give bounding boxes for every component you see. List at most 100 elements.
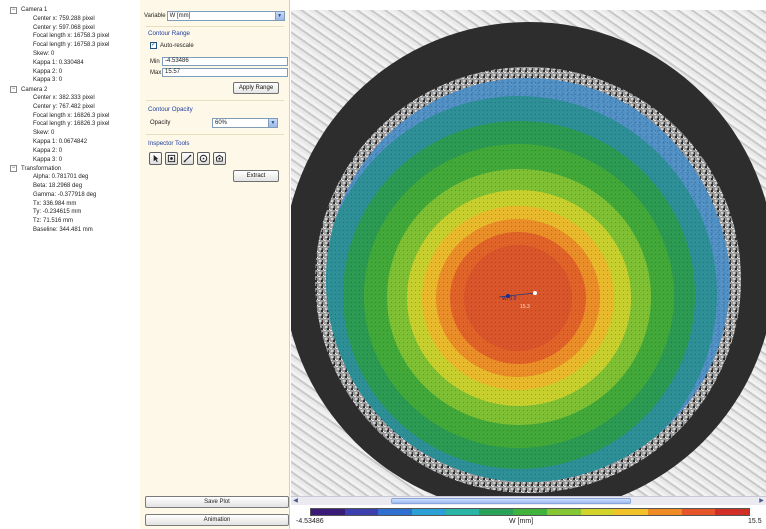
tree-leaf: Ty: -0.234615 mm: [33, 209, 82, 216]
variable-label: Variable: [144, 13, 166, 19]
calibration-tree: − Camera 1 Center x: 759.288 pixel Cente…: [0, 6, 138, 526]
min-row: Min -4.53486: [150, 57, 288, 66]
tree-leaf: Alpha: 0.781701 deg: [33, 174, 89, 181]
autorescale-checkbox[interactable]: ✓: [150, 42, 157, 49]
colorbar-segment: [311, 509, 345, 515]
colorbar-segment: [445, 509, 480, 515]
variable-row: Variable W [mm] ▼: [144, 11, 285, 21]
collapse-icon[interactable]: −: [10, 86, 17, 94]
autorescale-row: ✓ Auto-rescale: [150, 42, 194, 49]
tree-leaf: Gamma: -0.377918 deg: [33, 191, 97, 198]
scrollbar-thumb[interactable]: [391, 498, 631, 504]
colorbar-min-label: -4.53486: [296, 518, 324, 525]
tree-group-camera-1: − Camera 1 Center x: 759.288 pixel Cente…: [0, 6, 138, 85]
scroll-left-icon[interactable]: ◀: [291, 497, 300, 505]
colorbar-max-label: 15.5: [748, 518, 762, 525]
image-viewport[interactable]: W: 0.0 15.3: [291, 10, 766, 496]
max-label: Max: [150, 69, 162, 76]
circle-inspector-button[interactable]: [197, 152, 210, 165]
tree-leaf: Skew: 0: [33, 130, 55, 137]
point-inspector-button[interactable]: [165, 152, 178, 165]
tree-leaf: Kappa 1: 0.330484: [33, 59, 84, 66]
tree-leaf: Focal length y: 16826.3 pixel: [33, 121, 110, 128]
pointer-icon: [153, 154, 159, 163]
tree-group-camera-2: − Camera 2 Center x: 382.333 pixel Cente…: [0, 85, 138, 164]
tree-leaf: Kappa 1: 0.0674842: [33, 138, 88, 145]
divider: [146, 26, 284, 27]
opacity-select[interactable]: 60% ▼: [212, 118, 278, 128]
marker-label: 15.3: [520, 304, 530, 310]
tree-leaf: Skew: 0: [33, 50, 55, 57]
pointer-tool-button[interactable]: [149, 152, 162, 165]
colorbar-segment: [513, 509, 547, 515]
variable-select[interactable]: W [mm] ▼: [166, 11, 285, 21]
inspector-tools-title: Inspector Tools: [148, 140, 190, 147]
collapse-icon[interactable]: −: [10, 165, 17, 173]
colorbar-segment: [546, 509, 581, 515]
colorbar-segment: [479, 509, 514, 515]
tree-leaf: Beta: 18.2968 deg: [33, 182, 83, 189]
tree-leaf: Center x: 382.333 pixel: [33, 94, 95, 101]
colorbar-segment: [580, 509, 615, 515]
tree-leaf: Focal length x: 16758.3 pixel: [33, 33, 110, 40]
tree-leaf: Center y: 767.482 pixel: [33, 103, 95, 110]
colorbar-segment: [715, 509, 749, 515]
colorbar-segment: [681, 509, 716, 515]
save-plot-button[interactable]: Save Plot: [145, 496, 289, 508]
colorbar-title: W [mm]: [509, 518, 534, 525]
tree-leaf: Kappa 3: 0: [33, 77, 63, 84]
contour-settings-panel: Variable W [mm] ▼ Contour Range ✓ Auto-r…: [140, 0, 290, 529]
min-label: Min: [150, 58, 160, 65]
tree-node-label: Camera 2: [21, 86, 48, 93]
opacity-row: Opacity 60% ▼: [150, 118, 278, 128]
marker-label: W: 0.0: [502, 296, 517, 302]
tree-leaf: Kappa 2: 0: [33, 68, 63, 75]
inspector-point-icon[interactable]: [533, 291, 537, 295]
min-input[interactable]: -4.53486: [162, 57, 288, 66]
point-marker-icon: [167, 154, 176, 163]
colorbar-strip: [310, 508, 750, 516]
animation-button[interactable]: Animation: [145, 514, 289, 526]
line-inspector-button[interactable]: [181, 152, 194, 165]
scroll-right-icon[interactable]: ▶: [757, 497, 766, 505]
apply-range-button[interactable]: Apply Range: [233, 82, 279, 94]
max-input[interactable]: 15.57: [162, 68, 288, 77]
inspector-tools: [149, 152, 229, 165]
tree-leaf: Focal length x: 16826.3 pixel: [33, 112, 110, 119]
colorbar-segment: [344, 509, 379, 515]
collapse-icon[interactable]: −: [10, 6, 17, 14]
tree-node-transformation[interactable]: − Transformation: [0, 164, 138, 173]
divider: [146, 134, 284, 135]
tree-leaf: Focal length y: 16758.3 pixel: [33, 42, 110, 49]
tree-leaf: Kappa 3: 0: [33, 156, 63, 163]
extract-button[interactable]: Extract: [233, 170, 279, 182]
opacity-label: Opacity: [150, 120, 171, 126]
contour-opacity-title: Contour Opacity: [148, 106, 193, 113]
variable-select-value: W [mm]: [169, 13, 191, 19]
tree-leaf: Tz: 71.516 mm: [33, 218, 74, 225]
colorbar-segment: [614, 509, 648, 515]
colorbar: -4.53486 W [mm] 15.5: [296, 508, 766, 529]
polygon-inspector-button[interactable]: [213, 152, 226, 165]
tree-group-transformation: − Transformation Alpha: 0.781701 deg Bet…: [0, 164, 138, 234]
autorescale-label: Auto-rescale: [160, 42, 194, 49]
divider: [146, 100, 284, 101]
opacity-select-value: 60%: [215, 120, 228, 126]
tree-leaf: Tx: 336.984 mm: [33, 200, 77, 207]
colorbar-segment: [412, 509, 446, 515]
max-row: Max 15.57: [150, 68, 288, 77]
horizontal-scrollbar[interactable]: ◀ ▶: [291, 496, 766, 505]
tree-leaf: Kappa 2: 0: [33, 147, 63, 154]
tree-node-label: Transformation: [21, 165, 62, 172]
circle-icon: [199, 154, 208, 163]
chevron-down-icon[interactable]: ▼: [274, 12, 284, 20]
line-icon: [183, 154, 192, 163]
tree-node-camera-1[interactable]: − Camera 1: [0, 6, 138, 15]
specimen-contour-plot[interactable]: W: 0.0 15.3: [291, 10, 766, 496]
tree-leaf: Center y: 597.068 pixel: [33, 24, 95, 31]
tree-leaf: Center x: 759.288 pixel: [33, 15, 95, 22]
colorbar-segment: [378, 509, 413, 515]
tree-node-camera-2[interactable]: − Camera 2: [0, 85, 138, 94]
chevron-down-icon[interactable]: ▼: [268, 119, 277, 127]
tree-node-label: Camera 1: [21, 7, 48, 14]
